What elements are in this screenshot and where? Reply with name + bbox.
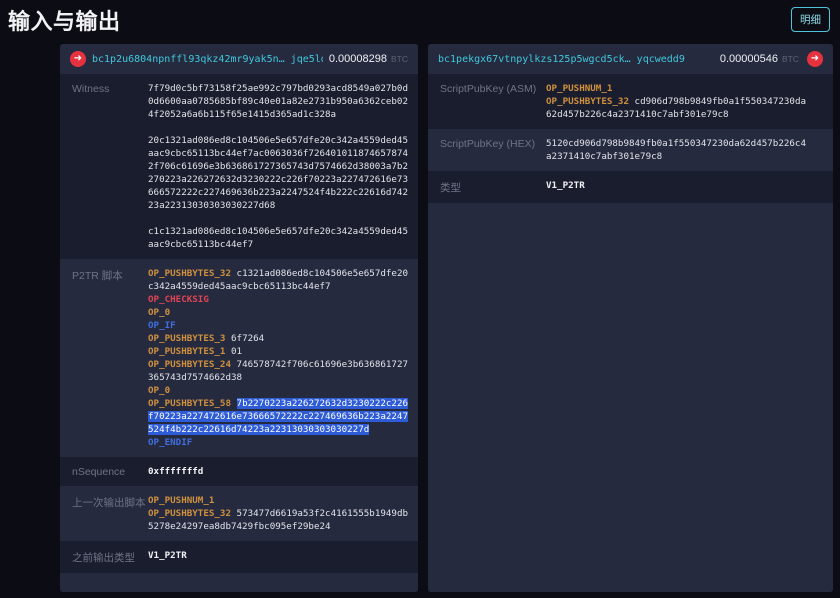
input-arrow-icon[interactable]: ➜ — [70, 51, 86, 67]
output-panel: bc1pekgx67vtnpylkzs125p5wgcd5ck… yqcwedd9… — [428, 44, 833, 592]
input-address-suffix: jqe5ld8p — [291, 54, 323, 65]
input-address-prefix: bc1p2u6804npnffl93qkz42mr9yak5n — [92, 54, 279, 65]
input-address-link[interactable]: bc1p2u6804npnffl93qkz42mr9yak5n… jqe5ld8p — [92, 54, 323, 65]
address-ellipsis: … — [625, 54, 631, 65]
prev-output-script-label: 上一次输出脚本 — [72, 494, 148, 533]
prev-output-type-label: 之前输出类型 — [72, 549, 148, 565]
inputs-outputs-container: ➜ bc1p2u6804npnffl93qkz42mr9yak5n…jqe5ld… — [60, 44, 833, 592]
input-panel: ➜ bc1p2u6804npnffl93qkz42mr9yak5n… jqe5ld… — [60, 44, 418, 592]
output-type-label: 类型 — [440, 179, 546, 195]
p2tr-script-value: OP_PUSHBYTES_32 c1321ad086ed8c104506e5e6… — [148, 267, 410, 449]
output-amount: 0.00000546 BTC — [720, 53, 799, 65]
input-address-row: ➜ bc1p2u6804npnffl93qkz42mr9yak5n… jqe5ld… — [60, 44, 418, 74]
prev-output-type-value: V1_P2TR — [148, 549, 410, 565]
scriptpubkey-hex-value: 5120cd906d798b9849fb0a1f550347230da62d45… — [546, 137, 808, 163]
output-address-row: bc1pekgx67vtnpylkzs125p5wgcd5ck… yqcwedd9… — [428, 44, 833, 74]
nsequence-label: nSequence — [72, 465, 148, 478]
output-amount-currency: BTC — [782, 54, 799, 64]
input-amount-value: 0.00008298 — [329, 53, 387, 65]
output-address-prefix: bc1pekgx67vtnpylkzs125p5wgcd5ck — [438, 54, 625, 65]
page-header: 输入与输出 明细 — [0, 0, 840, 38]
address-ellipsis: … — [279, 54, 285, 65]
page-title: 输入与输出 — [8, 9, 121, 34]
scriptpubkey-hex-label: ScriptPubKey (HEX) — [440, 137, 546, 163]
input-amount-currency: BTC — [391, 54, 408, 64]
witness-value: 7f79d0c5bf73158f25ae992c797bd0293acd8549… — [148, 82, 410, 251]
prev-output-type-row: 之前输出类型 V1_P2TR — [60, 541, 418, 573]
p2tr-script-row: P2TR 脚本 OP_PUSHBYTES_32 c1321ad086ed8c10… — [60, 259, 418, 457]
scriptpubkey-asm-value: OP_PUSHNUM_1OP_PUSHBYTES_32 cd906d798b98… — [546, 82, 808, 121]
nsequence-row: nSequence 0xfffffffd — [60, 457, 418, 486]
output-type-row: 类型 V1_P2TR — [428, 171, 833, 203]
output-address-suffix: yqcwedd9 — [637, 54, 685, 65]
witness-row: Witness 7f79d0c5bf73158f25ae992c797bd029… — [60, 74, 418, 259]
output-amount-value: 0.00000546 — [720, 53, 778, 65]
scriptpubkey-asm-label: ScriptPubKey (ASM) — [440, 82, 546, 121]
input-amount: 0.00008298 BTC — [329, 53, 408, 65]
output-address-link[interactable]: bc1pekgx67vtnpylkzs125p5wgcd5ck… yqcwedd9 — [438, 54, 685, 65]
details-button[interactable]: 明细 — [791, 7, 830, 32]
output-arrow-icon[interactable]: ➜ — [807, 51, 823, 67]
scriptpubkey-hex-row: ScriptPubKey (HEX) 5120cd906d798b9849fb0… — [428, 129, 833, 171]
scriptpubkey-asm-row: ScriptPubKey (ASM) OP_PUSHNUM_1OP_PUSHBY… — [428, 74, 833, 129]
witness-label: Witness — [72, 82, 148, 251]
prev-output-script-value: OP_PUSHNUM_1OP_PUSHBYTES_32 573477d6619a… — [148, 494, 410, 533]
output-type-value: V1_P2TR — [546, 179, 808, 195]
nsequence-value: 0xfffffffd — [148, 465, 410, 478]
p2tr-script-label: P2TR 脚本 — [72, 267, 148, 449]
prev-output-script-row: 上一次输出脚本 OP_PUSHNUM_1OP_PUSHBYTES_32 5734… — [60, 486, 418, 541]
input-panel-filler — [60, 573, 418, 592]
output-panel-filler — [428, 203, 833, 592]
